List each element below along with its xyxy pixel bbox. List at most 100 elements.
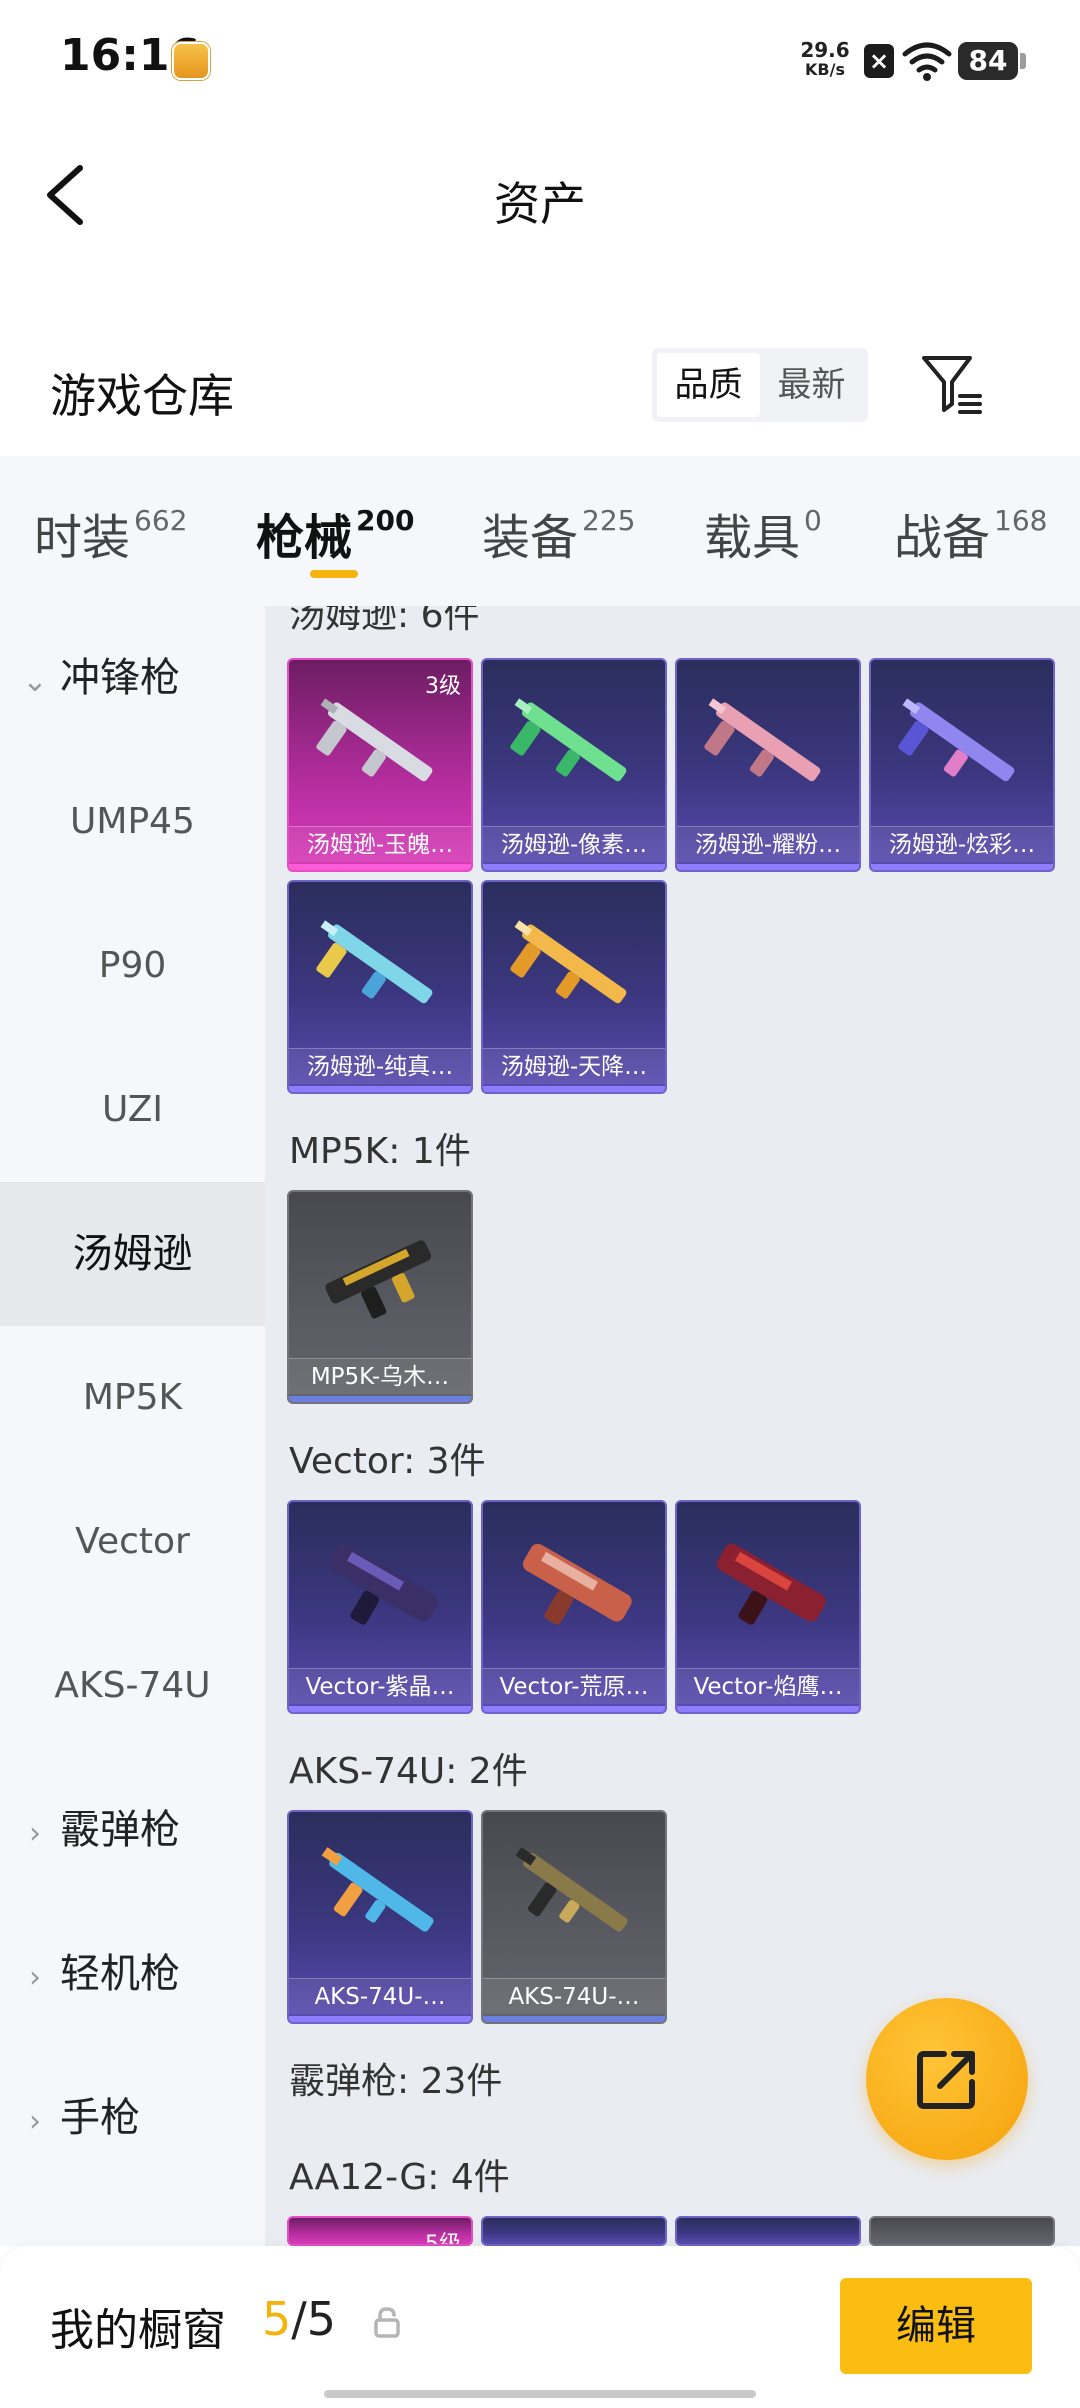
showcase-total: 5 xyxy=(306,2292,337,2346)
external-link-icon xyxy=(917,2051,975,2109)
weapon-name: AKS-74U-… xyxy=(289,1978,471,2014)
chevron-right-icon: › xyxy=(29,2104,41,2139)
sort-toggle: 品质 最新 xyxy=(652,348,868,422)
tab-equipment[interactable]: 装备 225 xyxy=(482,498,635,578)
group-label-thompson: 汤姆逊: 6件 xyxy=(289,606,480,636)
weapon-card[interactable]: 汤姆逊-纯真… xyxy=(287,880,473,1094)
weapon-card[interactable]: 汤姆逊-炫彩… xyxy=(869,658,1055,872)
quality-bar xyxy=(483,1086,665,1092)
tab-fashion-count: 662 xyxy=(134,504,188,537)
no-sim-icon: × xyxy=(864,44,894,78)
thompson-gun-icon xyxy=(898,698,1015,782)
group-label-aks74u: AKS-74U: 2件 xyxy=(289,1751,528,1792)
weapon-name: 汤姆逊-玉魄… xyxy=(289,826,471,862)
home-indicator[interactable] xyxy=(324,2390,756,2398)
thompson-gun-icon xyxy=(704,698,821,782)
sidebar-item-ump45[interactable]: UMP45 xyxy=(0,750,265,894)
weapon-card[interactable]: 汤姆逊-耀粉… xyxy=(675,658,861,872)
category-tabs: 时装 662 枪械 200 装备 225 载具 0 战备 168 xyxy=(0,456,1080,606)
tab-firearms[interactable]: 枪械 200 xyxy=(256,498,414,578)
sidebar-item-aks74u[interactable]: AKS-74U xyxy=(0,1614,265,1758)
sidebar-group-smg[interactable]: ⌄ 冲锋枪 xyxy=(20,606,180,750)
sort-quality-option[interactable]: 品质 xyxy=(657,353,760,417)
edit-button[interactable]: 编辑 xyxy=(840,2278,1032,2374)
weapon-card[interactable] xyxy=(481,2216,667,2246)
sidebar-group-shotgun[interactable]: › 霰弹枪 xyxy=(20,1758,180,1902)
sidebar-item-p90[interactable]: P90 xyxy=(0,894,265,1038)
weapon-card[interactable]: AKS-74U-… xyxy=(287,1810,473,2024)
sidebar-group-pistol-label: 手枪 xyxy=(60,2095,140,2141)
tab-combat-gear[interactable]: 战备 168 xyxy=(894,498,1047,578)
sidebar-group-lmg-label: 轻机枪 xyxy=(60,1951,180,1997)
tab-combat-gear-count: 168 xyxy=(994,504,1048,537)
showcase-current: 5 xyxy=(262,2292,292,2346)
weapon-name: AKS-74U-… xyxy=(483,1978,665,2014)
sidebar-item-thompson[interactable]: 汤姆逊 xyxy=(0,1182,265,1326)
sidebar-item-mp5k[interactable]: MP5K xyxy=(0,1326,265,1470)
weapon-card[interactable]: Vector-紫晶… xyxy=(287,1500,473,1714)
weapon-type-sidebar: ⌄ 冲锋枪 UMP45 P90 UZI 汤姆逊 MP5K Vector AKS-7… xyxy=(0,606,265,2246)
showcase-label: 我的橱窗 xyxy=(50,2305,226,2356)
page-title: 资产 xyxy=(494,177,586,231)
group-label-vector: Vector: 3件 xyxy=(289,1441,486,1482)
weapon-card[interactable]: 3级 汤姆逊-玉魄… xyxy=(287,658,473,872)
chevron-down-icon: ⌄ xyxy=(22,664,48,699)
quality-bar xyxy=(289,1086,471,1092)
weapon-card[interactable] xyxy=(675,2216,861,2246)
status-bar: 16:16 29.6 KB/s × 84 xyxy=(0,0,1080,120)
share-fab-button[interactable] xyxy=(866,1998,1028,2160)
thompson-gun-icon xyxy=(316,920,433,1004)
tab-fashion[interactable]: 时装 662 xyxy=(34,498,187,578)
weapon-card[interactable]: AKS-74U-… xyxy=(481,1810,667,2024)
warehouse-title: 游戏仓库 xyxy=(50,369,234,423)
weapon-card[interactable] xyxy=(869,2216,1055,2246)
thompson-gun-icon xyxy=(510,920,627,1004)
quality-bar xyxy=(677,864,859,870)
weapon-level-badge: 5级 xyxy=(425,2232,461,2246)
quality-bar xyxy=(289,2016,471,2022)
weapon-name: Vector-荒原… xyxy=(483,1668,665,1704)
weapon-name: 汤姆逊-耀粉… xyxy=(677,826,859,862)
sort-latest-option[interactable]: 最新 xyxy=(760,353,863,417)
battery-indicator: 84 xyxy=(958,42,1026,80)
lock-icon xyxy=(374,2307,400,2338)
group-label-mp5k: MP5K: 1件 xyxy=(289,1131,471,1172)
quality-bar xyxy=(483,2016,665,2022)
quality-bar xyxy=(677,1706,859,1712)
tab-combat-gear-label: 战备 xyxy=(894,510,991,566)
app-notification-icon xyxy=(172,42,210,80)
weapon-card[interactable]: 汤姆逊-像素… xyxy=(481,658,667,872)
vector-gun-icon xyxy=(716,1543,826,1625)
weapon-card[interactable]: Vector-荒原… xyxy=(481,1500,667,1714)
tab-firearms-count: 200 xyxy=(356,504,415,537)
thompson-gun-icon xyxy=(316,698,433,782)
quality-bar xyxy=(289,1706,471,1712)
mp5k-gun-icon xyxy=(325,1240,432,1319)
network-speed-unit: KB/s xyxy=(805,60,845,79)
group-label-aa12: AA12-G: 4件 xyxy=(289,2157,510,2198)
weapon-name: 汤姆逊-天降… xyxy=(483,1048,665,1084)
aks74u-gun-icon xyxy=(321,1847,434,1932)
sidebar-item-vector[interactable]: Vector xyxy=(0,1470,265,1614)
tab-fashion-label: 时装 xyxy=(34,510,131,566)
weapon-name: MP5K-乌木… xyxy=(289,1358,471,1394)
sidebar-group-lmg[interactable]: › 轻机枪 xyxy=(20,1902,180,2046)
sidebar-group-pistol[interactable]: › 手枪 xyxy=(20,2046,140,2190)
sidebar-item-uzi[interactable]: UZI xyxy=(0,1038,265,1182)
filter-icon[interactable] xyxy=(920,352,984,418)
thompson-gun-icon xyxy=(510,698,627,782)
chevron-right-icon: › xyxy=(29,1816,41,1851)
showcase-count: 5/5 xyxy=(262,2292,336,2346)
quality-bar xyxy=(871,864,1053,870)
tab-vehicles[interactable]: 载具 0 xyxy=(704,498,822,578)
wifi-icon xyxy=(902,42,952,81)
group-label-shotgun: 霰弹枪: 23件 xyxy=(289,2061,503,2102)
quality-bar xyxy=(483,864,665,870)
showcase-separator: / xyxy=(291,2292,307,2346)
weapon-card[interactable]: MP5K-乌木… xyxy=(287,1190,473,1404)
weapon-card[interactable]: 5级 xyxy=(287,2216,473,2246)
aks74u-gun-icon xyxy=(515,1847,628,1932)
weapon-card[interactable]: Vector-焰鹰… xyxy=(675,1500,861,1714)
weapon-card[interactable]: 汤姆逊-天降… xyxy=(481,880,667,1094)
weapon-name: Vector-焰鹰… xyxy=(677,1668,859,1704)
